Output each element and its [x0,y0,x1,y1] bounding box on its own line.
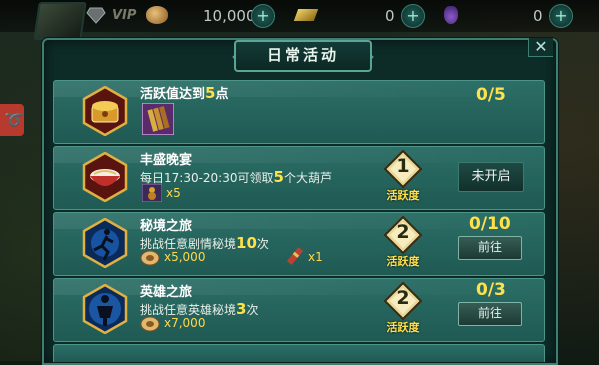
running-hero-icon [82,218,128,268]
badge-label: 活跃度 [386,321,420,334]
bamboo-scroll-icon [142,103,174,135]
vip-label: VIP [112,8,137,23]
activity-row-partial [53,344,545,362]
go-button[interactable]: 前往 [458,236,522,260]
diamond-icon [86,7,106,24]
desc-suffix: 次 [246,303,259,317]
activity-progress: 0/5 [476,85,506,105]
swirl-icon: ➰ [4,110,24,129]
reward-silver-amount: x5,000 [164,250,206,264]
activity-title: 秘境之旅 [140,219,193,234]
add-silver-button[interactable]: + [251,4,275,28]
gold-value: 0 [385,7,395,25]
silver-coin-icon [146,6,168,24]
silver-coin-icon [140,316,160,332]
activity-progress: 0/3 [476,280,506,300]
side-menu-button[interactable]: ➰ [0,104,24,136]
badge-label: 活跃度 [386,189,420,202]
desc-number: 3 [236,300,247,318]
resource-bar: VIP 10,000 + 0 + 0 + [0,0,599,40]
gourd-icon [142,184,162,202]
silver-coin-icon [140,250,160,266]
desc-number: 10 [236,234,257,252]
desc-suffix: 个大葫芦 [283,171,332,185]
gold-chest-icon [82,86,128,136]
go-button[interactable]: 前往 [458,302,522,326]
activity-row-hero-journey: 英雄之旅 挑战任意英雄秘境3次 x7,000 2 活跃度 0/3 前往 [53,278,545,342]
activity-row-feast: 丰盛晚宴 每日17:30-20:30可领取5个大葫芦 x5 1 活跃度 未开启 [53,146,545,210]
noodle-bowl-icon [82,152,128,202]
badge-text: 1 活跃度 [383,149,423,207]
activity-row-secret-realm: 秘境之旅 挑战任意剧情秘境10次 x5,000 x1 2 活跃度 0/10 前往 [53,212,545,276]
title-text: 活跃值达到 [140,87,206,102]
close-button[interactable]: ✕ [528,38,553,57]
potion-icon [444,6,458,24]
player-avatar[interactable] [33,2,87,40]
activity-title: 英雄之旅 [140,285,193,300]
not-started-button[interactable]: 未开启 [458,162,524,192]
title-number: 5 [205,84,216,102]
badge-text: 2 活跃度 [383,281,423,339]
badge-text: 2 活跃度 [383,215,423,273]
activity-progress: 0/10 [469,214,511,234]
add-gold-button[interactable]: + [401,4,425,28]
activity-description: 每日17:30-20:30可领取5个大葫芦 [140,168,332,186]
activity-title: 活跃值达到5点 [140,83,228,102]
badge-number: 2 [396,287,410,309]
gold-ingot-icon [293,9,319,21]
dialog-title: 日常活动 [234,40,372,72]
desc-suffix: 次 [256,237,269,251]
hero-silhouette-icon [82,284,128,334]
firecracker-icon [286,247,304,265]
silver-value: 10,000 [203,7,256,25]
potion-value: 0 [533,7,543,25]
add-potion-button[interactable]: + [549,4,573,28]
title-suffix: 点 [215,87,229,102]
desc-number: 5 [273,168,284,186]
reward-item-amount: x1 [308,250,323,264]
desc-text: 每日17:30-20:30可领取 [140,171,274,185]
activity-title: 丰盛晚宴 [140,153,193,168]
reward-silver-amount: x7,000 [164,316,206,330]
badge-number: 1 [396,155,410,177]
badge-label: 活跃度 [386,255,420,268]
activity-row-points: 活跃值达到5点 0/5 [53,80,545,144]
reward-amount: x5 [166,186,181,200]
badge-number: 2 [396,221,410,243]
